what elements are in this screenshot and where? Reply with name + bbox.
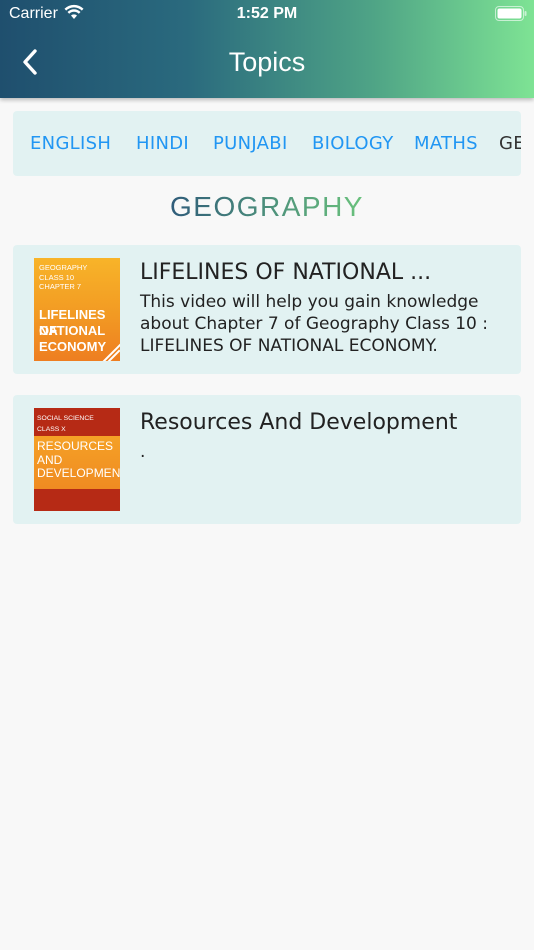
battery-icon [495,6,527,21]
topic-thumbnail: GEOGRAPHY CLASS 10 CHAPTER 7 LIFELINES O… [34,258,120,361]
thumb-line: CHAPTER 7 [39,282,82,291]
subject-tabs[interactable]: ENGLISH HINDI PUNJABI BIOLOGY MATHS GE [13,111,521,176]
card-description: This video will help you gain knowledge … [140,292,488,356]
thumb-line: SOCIAL SCIENCE [37,415,94,422]
card-title: Resources And Development [140,410,458,435]
thumb-heading: AND [37,452,63,467]
clock-time: 1:52 PM [236,5,298,22]
top-header: Carrier 1:52 PM Topics [0,0,534,98]
section-title: GEOGRAPHY [0,186,534,233]
section-title-text: GEOGRAPHY [170,191,364,222]
page-title: Topics [228,47,306,77]
tab-geography[interactable]: GE [499,111,521,176]
tab-biology[interactable]: BIOLOGY [312,111,394,176]
tab-punjabi[interactable]: PUNJABI [213,111,288,176]
topic-card-lifelines[interactable]: GEOGRAPHY CLASS 10 CHAPTER 7 LIFELINES O… [13,245,521,374]
status-bar: Carrier 1:52 PM [0,0,534,28]
thumb-heading: ECONOMY [39,339,107,354]
tab-maths[interactable]: MATHS [414,111,478,176]
card-title: LIFELINES OF NATIONAL ... [140,260,432,285]
topic-card-resources[interactable]: SOCIAL SCIENCE CLASS X RESOURCES AND DEV… [13,395,521,524]
topic-thumbnail: SOCIAL SCIENCE CLASS X RESOURCES AND DEV… [34,408,120,511]
thumb-line: CLASS 10 [39,272,75,282]
tab-hindi[interactable]: HINDI [136,111,189,176]
thumb-line: GEOGRAPHY [39,263,88,272]
thumb-line: CLASS X [37,426,66,433]
section-title-graphic: GEOGRAPHY [170,191,364,222]
tab-english[interactable]: ENGLISH [30,111,111,176]
thumb-heading: NATIONAL [39,323,106,338]
thumb-heading: RESOURCES [37,439,114,453]
thumb-heading: DEVELOPMENT [37,466,120,480]
card-description: . [140,442,146,462]
